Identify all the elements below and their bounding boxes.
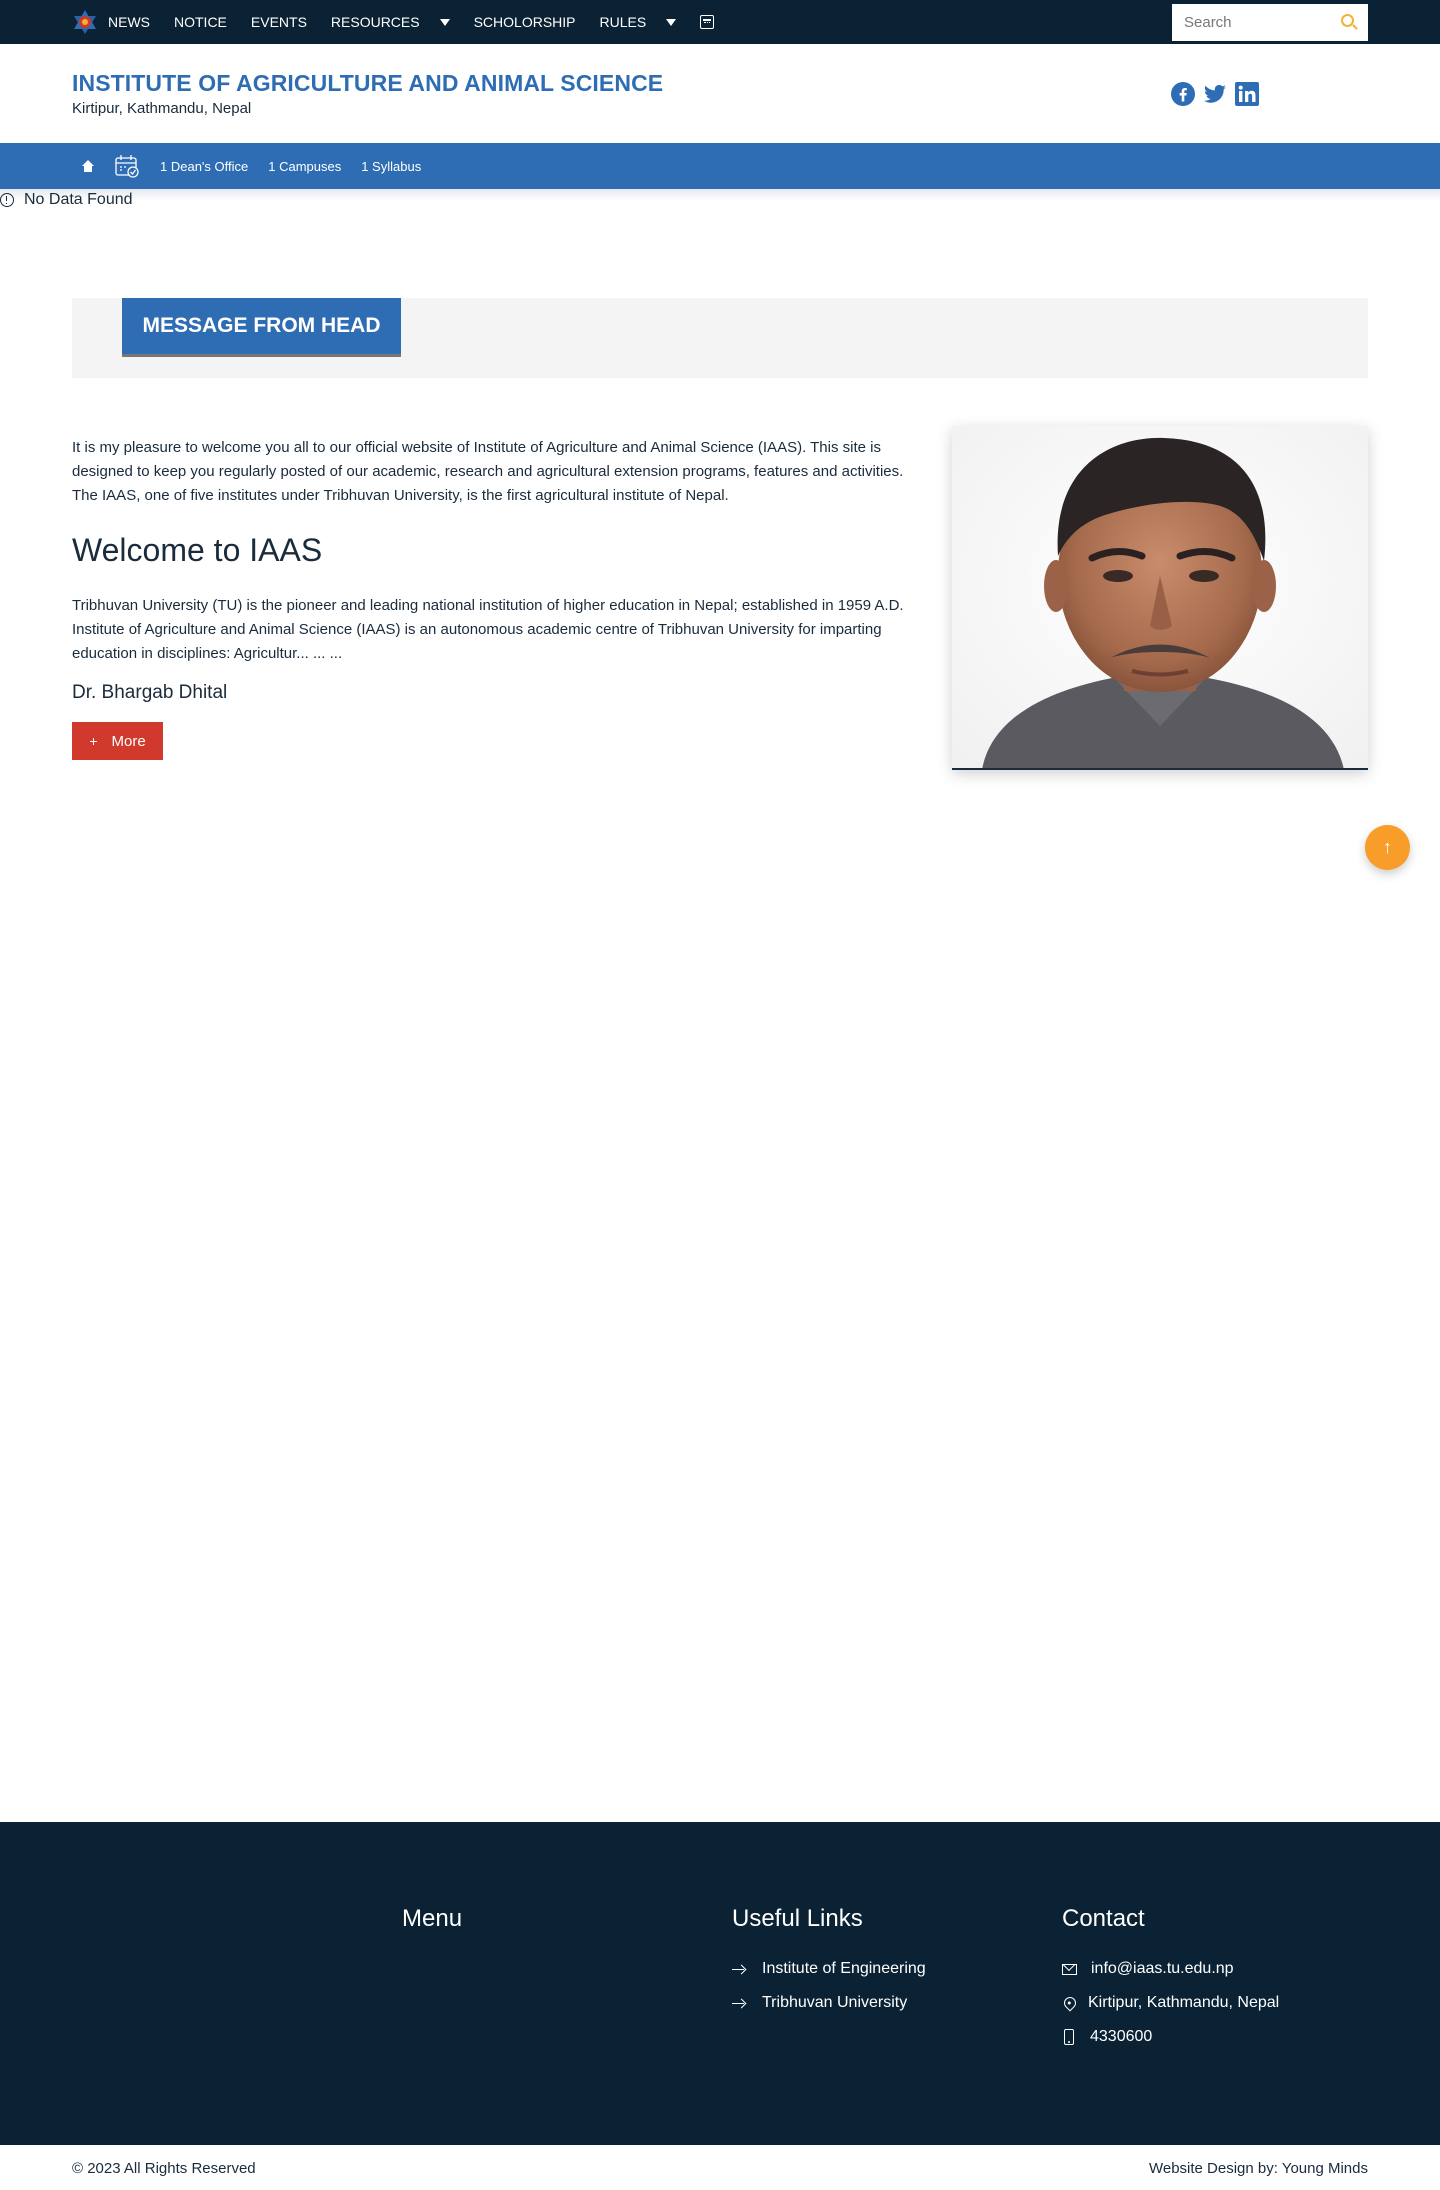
nav-notice[interactable]: NOTICE — [174, 14, 227, 30]
nav-resources[interactable]: RESOURCES — [331, 14, 450, 30]
search-box — [1172, 4, 1368, 41]
design-credit[interactable]: Website Design by: Young Minds — [1149, 2160, 1368, 2177]
contact-address-text: Kirtipur, Kathmandu, Nepal — [1088, 1994, 1280, 2011]
copyright-text: © 2023 All Rights Reserved — [72, 2160, 256, 2177]
site-header: INSTITUTE OF AGRICULTURE AND ANIMAL SCIE… — [0, 44, 1440, 144]
no-data-text: No Data Found — [24, 191, 133, 208]
head-name: Dr. Bhargab Dhital — [72, 682, 228, 703]
location-pin-icon — [1061, 1994, 1079, 2012]
nepal-emblem-logo[interactable] — [72, 9, 98, 35]
subnav-shadow — [0, 189, 1440, 201]
footer-useful-links-title: Useful Links — [732, 1905, 863, 1932]
more-button-label: More — [111, 732, 146, 750]
calendar-check-icon[interactable] — [114, 153, 140, 179]
subnav-campuses[interactable]: 1 Campuses — [268, 159, 341, 174]
caret-down-icon — [439, 18, 450, 26]
footer-contact-address: Kirtipur, Kathmandu, Nepal — [1061, 1994, 1280, 2012]
calendar-icon[interactable] — [700, 15, 715, 29]
secondary-navbar: 1 Dean's Office 1 Campuses 1 Syllabus — [0, 143, 1440, 189]
phone-icon — [1064, 2029, 1074, 2045]
site-title[interactable]: INSTITUTE OF AGRICULTURE AND ANIMAL SCIE… — [72, 70, 663, 97]
caret-down-icon — [666, 18, 677, 26]
footer-link-label: Institute of Engineering — [762, 1960, 926, 1977]
twitter-icon[interactable] — [1203, 82, 1227, 106]
mail-icon — [1062, 1963, 1077, 1975]
head-photo — [952, 426, 1368, 770]
arrow-right-icon — [732, 1964, 746, 1974]
home-icon[interactable] — [82, 160, 94, 172]
search-icon[interactable] — [1341, 14, 1354, 27]
facebook-icon[interactable] — [1171, 82, 1195, 106]
footer-contact-title: Contact — [1062, 1905, 1145, 1932]
search-input[interactable] — [1172, 4, 1322, 41]
message-intro: It is my pleasure to welcome you all to … — [72, 439, 904, 504]
top-navbar: NEWS NOTICE EVENTS RESOURCES SCHOLORSHIP… — [0, 0, 1440, 44]
no-data-notice: No Data Found — [0, 191, 133, 209]
info-icon — [0, 193, 14, 207]
nav-scholorship[interactable]: SCHOLORSHIP — [474, 14, 576, 30]
nav-rules[interactable]: RULES — [600, 14, 677, 30]
nav-events[interactable]: EVENTS — [251, 14, 307, 30]
message-description: Tribhuvan University (TU) is the pioneer… — [72, 597, 904, 662]
footer-link-institute-of-engineering[interactable]: Institute of Engineering — [732, 1960, 926, 1978]
portrait-image — [952, 426, 1368, 768]
footer-contact-email[interactable]: info@iaas.tu.edu.np — [1062, 1960, 1234, 1978]
bottom-bar: © 2023 All Rights Reserved Website Desig… — [0, 2145, 1440, 2190]
more-button[interactable]: + More — [72, 722, 163, 760]
footer-link-tribhuvan-university[interactable]: Tribhuvan University — [732, 1994, 907, 2012]
social-links — [1171, 82, 1259, 106]
site-subtitle: Kirtipur, Kathmandu, Nepal — [72, 100, 252, 117]
footer-link-label: Tribhuvan University — [762, 1994, 908, 2011]
footer-contact-phone[interactable]: 4330600 — [1062, 2028, 1152, 2046]
footer: Menu Useful Links Institute of Engineeri… — [0, 1822, 1440, 2145]
linkedin-icon[interactable] — [1235, 82, 1259, 106]
nav-resources-label: RESOURCES — [330, 14, 420, 30]
nav-news[interactable]: NEWS — [108, 14, 150, 30]
message-heading: MESSAGE FROM HEAD — [122, 298, 401, 357]
arrow-up-icon: ↑ — [1383, 837, 1392, 857]
subnav-syllabus[interactable]: 1 Syllabus — [361, 159, 421, 174]
footer-menu-title: Menu — [402, 1905, 463, 1932]
plus-icon: + — [89, 733, 98, 749]
contact-email-text: info@iaas.tu.edu.np — [1091, 1960, 1234, 1977]
arrow-right-icon — [732, 1998, 746, 2008]
contact-phone-text: 4330600 — [1090, 2028, 1153, 2045]
welcome-heading: Welcome to IAAS — [72, 532, 323, 568]
nav-rules-label: RULES — [599, 14, 647, 30]
subnav-deans-office[interactable]: 1 Dean's Office — [160, 159, 248, 174]
scroll-to-top-button[interactable]: ↑ — [1365, 825, 1410, 870]
